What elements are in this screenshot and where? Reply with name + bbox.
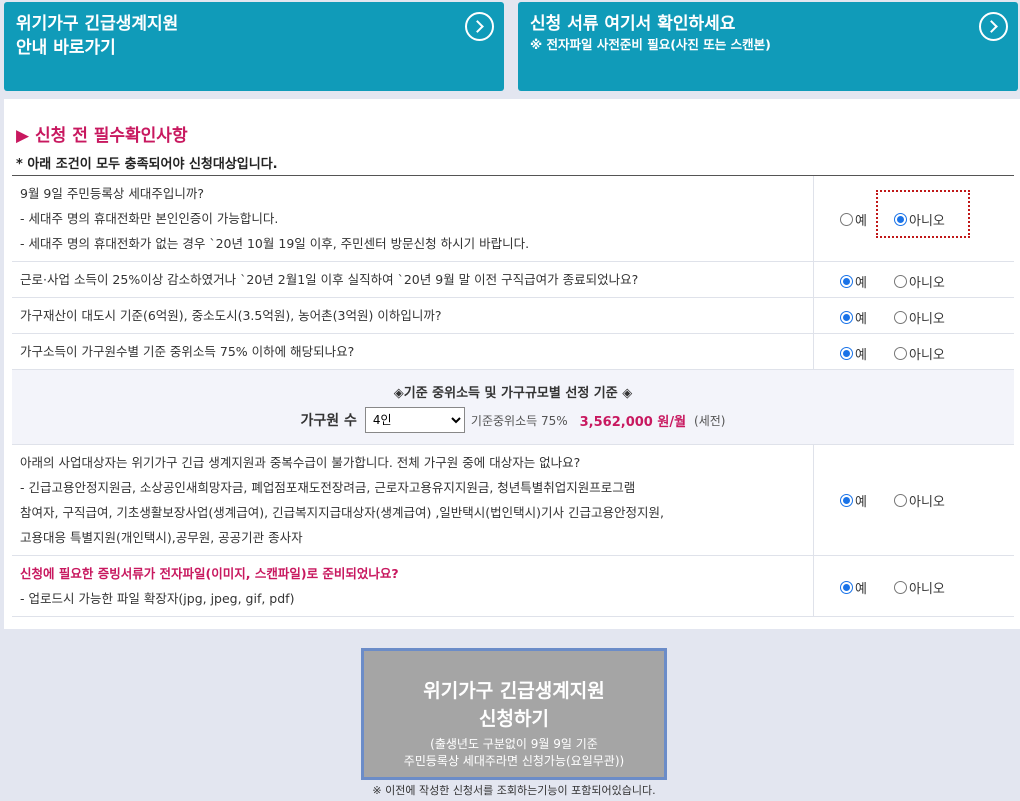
check-documents-button[interactable]: 신청 서류 여기서 확인하세요 ※ 전자파일 사전준비 필요(사진 또는 스캔본… xyxy=(518,2,1018,91)
median-income-criteria: ◈기준 중위소득 및 가구규모별 선정 기준 ◈ 가구원 수 4인 기준중위소득… xyxy=(12,370,1014,445)
question-line: - 업로드시 가능한 파일 확장자(jpg, jpeg, gif, pdf) xyxy=(20,591,295,606)
household-size-select[interactable]: 4인 xyxy=(364,407,465,433)
radio-yes[interactable]: 예 xyxy=(840,272,867,291)
radio-label: 아니오 xyxy=(909,582,945,597)
answer-cell: 예 아니오 xyxy=(814,445,1014,555)
footnote: ※ 이전에 작성한 신청서를 조회하는기능이 포함되어있습니다. xyxy=(372,784,656,797)
question-row-documents-ready: 신청에 필요한 증빙서류가 전자파일(이미지, 스캔파일)로 준비되었나요? -… xyxy=(12,556,1014,617)
radio-label: 아니오 xyxy=(909,348,945,363)
guide-button-line2: 안내 바로가기 xyxy=(16,38,116,58)
question-row-duplicate-benefit: 아래의 사업대상자는 위기가구 긴급 생계지원과 중복수급이 불가합니다. 전체… xyxy=(12,445,1014,556)
pre-tax-label: (세전) xyxy=(694,413,726,428)
radio-no[interactable]: 아니오 xyxy=(894,491,945,510)
median-income-label: 기준중위소득 75% xyxy=(470,413,568,428)
chevron-right-icon xyxy=(979,12,1008,41)
question-line: 참여자, 구직급여, 기초생활보장사업(생계급여), 긴급복지지급대상자(생계급… xyxy=(20,505,664,520)
section-subnote: * 아래 조건이 모두 충족되어야 신청대상입니다. xyxy=(16,157,278,172)
question-text: 근로·사업 소득이 25%이상 감소하였거나 `20년 2월1일 이후 실직하여… xyxy=(12,262,814,297)
radio-button[interactable] xyxy=(840,347,853,360)
question-line: - 세대주 명의 휴대전화가 없는 경우 `20년 10월 19일 이후, 주민… xyxy=(20,236,530,251)
radio-button[interactable] xyxy=(894,494,907,507)
radio-no[interactable]: 아니오 xyxy=(894,308,945,327)
apply-button-line2: 신청하기 xyxy=(479,708,549,730)
radio-yes[interactable]: 예 xyxy=(840,344,867,363)
question-line-highlight: 신청에 필요한 증빙서류가 전자파일(이미지, 스캔파일)로 준비되었나요? xyxy=(20,566,399,581)
radio-no[interactable]: 아니오 xyxy=(894,344,945,363)
radio-label: 예 xyxy=(855,495,867,510)
radio-label: 예 xyxy=(855,276,867,291)
radio-yes[interactable]: 예 xyxy=(840,210,867,229)
question-row-income-decrease: 근로·사업 소득이 25%이상 감소하였거나 `20년 2월1일 이후 실직하여… xyxy=(12,262,1014,298)
household-size-label: 가구원 수 xyxy=(300,413,357,429)
emergency-support-guide-button[interactable]: 위기가구 긴급생계지원 안내 바로가기 xyxy=(4,2,504,91)
question-text: 9월 9일 주민등록상 세대주입니까? - 세대주 명의 휴대전화만 본인인증이… xyxy=(12,176,814,261)
radio-label: 아니오 xyxy=(909,276,945,291)
radio-label: 예 xyxy=(855,214,867,229)
radio-label: 아니오 xyxy=(909,495,945,510)
question-line: 가구소득이 가구원수별 기준 중위소득 75% 이하에 해당되나요? xyxy=(20,344,355,359)
radio-yes[interactable]: 예 xyxy=(840,308,867,327)
criteria-line: 가구원 수 4인 기준중위소득 75% 3,562,000 원/월 (세전) xyxy=(12,407,1014,433)
question-line: 고용대응 특별지원(개인택시),공무원, 공공기관 종사자 xyxy=(20,530,303,545)
radio-label: 예 xyxy=(855,312,867,327)
question-text: 아래의 사업대상자는 위기가구 긴급 생계지원과 중복수급이 불가합니다. 전체… xyxy=(12,445,814,555)
question-line: 근로·사업 소득이 25%이상 감소하였거나 `20년 2월1일 이후 실직하여… xyxy=(20,272,639,287)
guide-button-line1: 위기가구 긴급생계지원 xyxy=(16,14,179,34)
question-row-assets: 가구재산이 대도시 기준(6억원), 중소도시(3.5억원), 농어촌(3억원)… xyxy=(12,298,1014,334)
radio-label: 아니오 xyxy=(909,312,945,327)
radio-button[interactable] xyxy=(840,581,853,594)
question-text: 가구재산이 대도시 기준(6억원), 중소도시(3.5억원), 농어촌(3억원)… xyxy=(12,298,814,333)
radio-label: 예 xyxy=(855,348,867,363)
eligibility-panel: ▶ 신청 전 필수확인사항 * 아래 조건이 모두 충족되어야 신청대상입니다.… xyxy=(4,99,1020,629)
question-row-household-income: 가구소득이 가구원수별 기준 중위소득 75% 이하에 해당되나요? 예 아니오 xyxy=(12,334,1014,370)
eligibility-table: 9월 9일 주민등록상 세대주입니까? - 세대주 명의 휴대전화만 본인인증이… xyxy=(12,175,1014,617)
answer-cell: 예 아니오 xyxy=(814,262,1014,297)
apply-button-line1: 위기가구 긴급생계지원 xyxy=(423,680,605,702)
radio-button[interactable] xyxy=(894,347,907,360)
median-income-amount: 3,562,000 원/월 xyxy=(579,414,687,430)
answer-cell: 예 아니오 xyxy=(814,298,1014,333)
radio-yes[interactable]: 예 xyxy=(840,491,867,510)
question-line: 9월 9일 주민등록상 세대주입니까? xyxy=(20,186,204,201)
radio-button[interactable] xyxy=(894,311,907,324)
section-title: ▶ 신청 전 필수확인사항 xyxy=(16,126,188,146)
question-line: 가구재산이 대도시 기준(6억원), 중소도시(3.5억원), 농어촌(3억원)… xyxy=(20,308,442,323)
question-line: - 세대주 명의 휴대전화만 본인인증이 가능합니다. xyxy=(20,211,279,226)
chevron-right-icon xyxy=(465,12,494,41)
radio-button[interactable] xyxy=(840,311,853,324)
documents-button-line1: 신청 서류 여기서 확인하세요 xyxy=(530,14,736,34)
question-line: 아래의 사업대상자는 위기가구 긴급 생계지원과 중복수급이 불가합니다. 전체… xyxy=(20,455,581,470)
radio-label: 예 xyxy=(855,582,867,597)
answer-cell: 예 아니오 xyxy=(814,556,1014,616)
radio-button[interactable] xyxy=(840,275,853,288)
apply-button-line4: 주민등록상 세대주라면 신청가능(요일무관)) xyxy=(403,754,625,768)
radio-button[interactable] xyxy=(840,213,853,226)
apply-button-line3: (출생년도 구분없이 9월 9일 기준 xyxy=(430,737,598,751)
question-row-householder: 9월 9일 주민등록상 세대주입니까? - 세대주 명의 휴대전화만 본인인증이… xyxy=(12,176,1014,262)
radio-no[interactable]: 아니오 xyxy=(894,272,945,291)
question-text: 신청에 필요한 증빙서류가 전자파일(이미지, 스캔파일)로 준비되었나요? -… xyxy=(12,556,814,616)
answer-cell: 예 아니오 xyxy=(814,334,1014,369)
radio-button[interactable] xyxy=(840,494,853,507)
apply-button[interactable]: 위기가구 긴급생계지원 신청하기 (출생년도 구분없이 9월 9일 기준 주민등… xyxy=(361,648,667,780)
highlight-box xyxy=(876,190,970,238)
question-line: - 긴급고용안정지원금, 소상공인새희망자금, 폐업점포재도전장려금, 근로자고… xyxy=(20,480,636,495)
criteria-title: ◈기준 중위소득 및 가구규모별 선정 기준 ◈ xyxy=(393,386,633,401)
radio-button[interactable] xyxy=(894,581,907,594)
radio-no[interactable]: 아니오 xyxy=(894,578,945,597)
radio-button[interactable] xyxy=(894,275,907,288)
documents-button-line2: ※ 전자파일 사전준비 필요(사진 또는 스캔본) xyxy=(530,37,771,52)
question-text: 가구소득이 가구원수별 기준 중위소득 75% 이하에 해당되나요? xyxy=(12,334,814,369)
answer-cell: 예 아니오 xyxy=(814,176,1014,261)
radio-yes[interactable]: 예 xyxy=(840,578,867,597)
